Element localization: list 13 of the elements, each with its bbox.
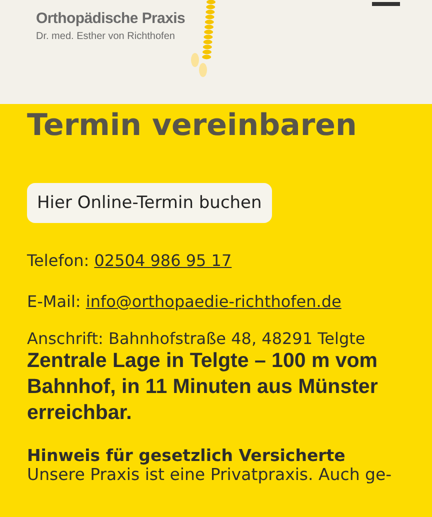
logo-subtitle: Dr. med. Esther von Richthofen [36, 31, 176, 42]
location-highlight: Zentrale Lage in Telgte – 100 m vom Bahnhof, in 11 Minuten aus Münster erreichbar. [27, 348, 379, 426]
notice-title: Hinweis für gesetzlich Versicherte [27, 446, 346, 465]
contact-link[interactable]: info@orthopaedie-richthofen.de [86, 292, 342, 311]
address-text: Anschrift: Bahnhofstraße 48, 48291 Telgte [27, 329, 366, 348]
contact-label: E-Mail: [27, 292, 81, 311]
section-heading: Termin vereinbaren [27, 108, 358, 143]
notice-text: Unsere Praxis ist eine Privatpraxis. Auch ge- [27, 465, 393, 484]
contact-label: Telefon: [27, 251, 90, 270]
contact-link[interactable]: 02504 986 95 17 [94, 251, 232, 270]
logo-title: Orthopädische Praxis [36, 10, 186, 27]
booking-button[interactable]: Hier Online-Termin buchen [27, 183, 272, 223]
menu-icon[interactable] [372, 0, 400, 7]
